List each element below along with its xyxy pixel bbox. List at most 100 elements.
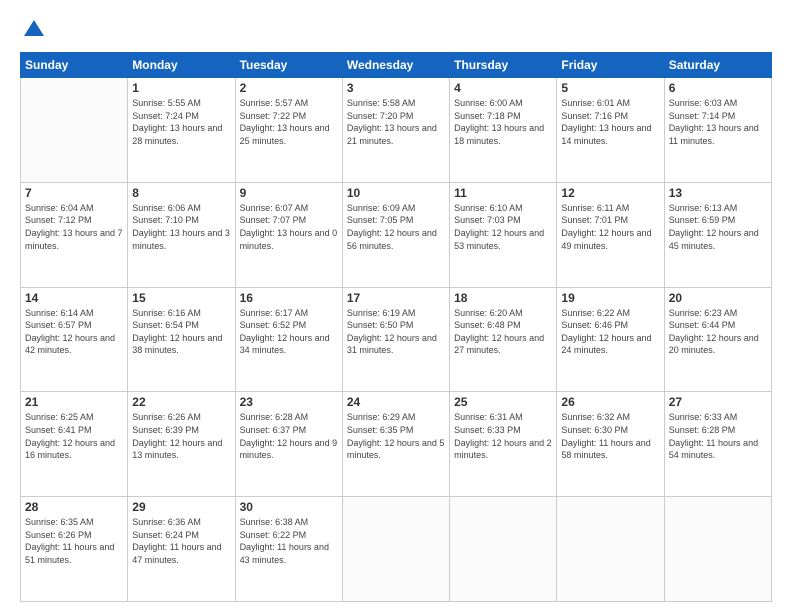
col-sunday: Sunday: [21, 53, 128, 78]
day-number: 24: [347, 395, 445, 409]
table-row: 14Sunrise: 6:14 AMSunset: 6:57 PMDayligh…: [21, 287, 128, 392]
day-info: Sunrise: 6:33 AMSunset: 6:28 PMDaylight:…: [669, 411, 767, 461]
day-info: Sunrise: 6:01 AMSunset: 7:16 PMDaylight:…: [561, 97, 659, 147]
table-row: 17 Sunrise: 6:19 AMSunset: 6:50 PMDayligh…: [342, 287, 449, 392]
header: [20, 16, 772, 44]
day-info: Sunrise: 6:14 AMSunset: 6:57 PMDaylight:…: [25, 307, 123, 357]
table-row: 3 Sunrise: 5:58 AMSunset: 7:20 PMDaylight…: [342, 78, 449, 183]
day-number: 8: [132, 186, 230, 200]
day-info: Sunrise: 5:55 AMSunset: 7:24 PMDaylight:…: [132, 97, 230, 147]
table-row: 24 Sunrise: 6:29 AMSunset: 6:35 PMDayligh…: [342, 392, 449, 497]
table-row: 4 Sunrise: 6:00 AMSunset: 7:18 PMDaylight…: [450, 78, 557, 183]
col-saturday: Saturday: [664, 53, 771, 78]
day-number: 6: [669, 81, 767, 95]
day-info: Sunrise: 6:32 AMSunset: 6:30 PMDaylight:…: [561, 411, 659, 461]
day-info: Sunrise: 6:04 AMSunset: 7:12 PMDaylight:…: [25, 202, 123, 252]
table-row: [557, 497, 664, 602]
day-info: Sunrise: 6:17 AMSunset: 6:52 PMDaylight:…: [240, 307, 338, 357]
table-row: 30 Sunrise: 6:38 AMSunset: 6:22 PMDayligh…: [235, 497, 342, 602]
logo-icon: [20, 16, 48, 44]
calendar-table: Sunday Monday Tuesday Wednesday Thursday…: [20, 52, 772, 602]
table-row: 15 Sunrise: 6:16 AMSunset: 6:54 PMDayligh…: [128, 287, 235, 392]
day-info: Sunrise: 6:19 AMSunset: 6:50 PMDaylight:…: [347, 307, 445, 357]
col-thursday: Thursday: [450, 53, 557, 78]
day-info: Sunrise: 5:57 AMSunset: 7:22 PMDaylight:…: [240, 97, 338, 147]
day-info: Sunrise: 6:26 AMSunset: 6:39 PMDaylight:…: [132, 411, 230, 461]
day-number: 11: [454, 186, 552, 200]
day-info: Sunrise: 6:36 AMSunset: 6:24 PMDaylight:…: [132, 516, 230, 566]
day-number: 22: [132, 395, 230, 409]
day-number: 12: [561, 186, 659, 200]
day-info: Sunrise: 6:13 AMSunset: 6:59 PMDaylight:…: [669, 202, 767, 252]
day-number: 30: [240, 500, 338, 514]
calendar-week-row: 14Sunrise: 6:14 AMSunset: 6:57 PMDayligh…: [21, 287, 772, 392]
day-number: 17: [347, 291, 445, 305]
day-info: Sunrise: 6:25 AMSunset: 6:41 PMDaylight:…: [25, 411, 123, 461]
table-row: 21 Sunrise: 6:25 AMSunset: 6:41 PMDayligh…: [21, 392, 128, 497]
table-row: 2 Sunrise: 5:57 AMSunset: 7:22 PMDaylight…: [235, 78, 342, 183]
day-number: 15: [132, 291, 230, 305]
day-info: Sunrise: 6:29 AMSunset: 6:35 PMDaylight:…: [347, 411, 445, 461]
day-info: Sunrise: 6:00 AMSunset: 7:18 PMDaylight:…: [454, 97, 552, 147]
calendar-week-row: 28Sunrise: 6:35 AMSunset: 6:26 PMDayligh…: [21, 497, 772, 602]
calendar-week-row: 7Sunrise: 6:04 AMSunset: 7:12 PMDaylight…: [21, 182, 772, 287]
col-tuesday: Tuesday: [235, 53, 342, 78]
col-friday: Friday: [557, 53, 664, 78]
day-info: Sunrise: 6:22 AMSunset: 6:46 PMDaylight:…: [561, 307, 659, 357]
day-info: Sunrise: 5:58 AMSunset: 7:20 PMDaylight:…: [347, 97, 445, 147]
day-number: 5: [561, 81, 659, 95]
table-row: 10 Sunrise: 6:09 AMSunset: 7:05 PMDayligh…: [342, 182, 449, 287]
day-info: Sunrise: 6:28 AMSunset: 6:37 PMDaylight:…: [240, 411, 338, 461]
day-number: 1: [132, 81, 230, 95]
day-info: Sunrise: 6:16 AMSunset: 6:54 PMDaylight:…: [132, 307, 230, 357]
day-number: 29: [132, 500, 230, 514]
day-info: Sunrise: 6:06 AMSunset: 7:10 PMDaylight:…: [132, 202, 230, 252]
day-number: 25: [454, 395, 552, 409]
day-number: 4: [454, 81, 552, 95]
table-row: 18 Sunrise: 6:20 AMSunset: 6:48 PMDayligh…: [450, 287, 557, 392]
table-row: 26 Sunrise: 6:32 AMSunset: 6:30 PMDayligh…: [557, 392, 664, 497]
table-row: 11 Sunrise: 6:10 AMSunset: 7:03 PMDayligh…: [450, 182, 557, 287]
col-wednesday: Wednesday: [342, 53, 449, 78]
table-row: 27 Sunrise: 6:33 AMSunset: 6:28 PMDayligh…: [664, 392, 771, 497]
calendar-week-row: 21 Sunrise: 6:25 AMSunset: 6:41 PMDayligh…: [21, 392, 772, 497]
table-row: 19 Sunrise: 6:22 AMSunset: 6:46 PMDayligh…: [557, 287, 664, 392]
day-number: 19: [561, 291, 659, 305]
day-info: Sunrise: 6:10 AMSunset: 7:03 PMDaylight:…: [454, 202, 552, 252]
table-row: 7Sunrise: 6:04 AMSunset: 7:12 PMDaylight…: [21, 182, 128, 287]
day-info: Sunrise: 6:35 AMSunset: 6:26 PMDaylight:…: [25, 516, 123, 566]
table-row: 23 Sunrise: 6:28 AMSunset: 6:37 PMDayligh…: [235, 392, 342, 497]
day-number: 23: [240, 395, 338, 409]
page: Sunday Monday Tuesday Wednesday Thursday…: [0, 0, 792, 612]
day-number: 18: [454, 291, 552, 305]
table-row: 1 Sunrise: 5:55 AMSunset: 7:24 PMDaylight…: [128, 78, 235, 183]
table-row: 13Sunrise: 6:13 AMSunset: 6:59 PMDayligh…: [664, 182, 771, 287]
day-number: 27: [669, 395, 767, 409]
day-number: 3: [347, 81, 445, 95]
day-number: 9: [240, 186, 338, 200]
table-row: [342, 497, 449, 602]
day-number: 26: [561, 395, 659, 409]
day-info: Sunrise: 6:03 AMSunset: 7:14 PMDaylight:…: [669, 97, 767, 147]
table-row: 8 Sunrise: 6:06 AMSunset: 7:10 PMDaylight…: [128, 182, 235, 287]
day-info: Sunrise: 6:07 AMSunset: 7:07 PMDaylight:…: [240, 202, 338, 252]
day-info: Sunrise: 6:11 AMSunset: 7:01 PMDaylight:…: [561, 202, 659, 252]
day-number: 20: [669, 291, 767, 305]
day-number: 10: [347, 186, 445, 200]
day-info: Sunrise: 6:09 AMSunset: 7:05 PMDaylight:…: [347, 202, 445, 252]
table-row: 29 Sunrise: 6:36 AMSunset: 6:24 PMDayligh…: [128, 497, 235, 602]
table-row: 6 Sunrise: 6:03 AMSunset: 7:14 PMDaylight…: [664, 78, 771, 183]
day-number: 2: [240, 81, 338, 95]
table-row: 5 Sunrise: 6:01 AMSunset: 7:16 PMDaylight…: [557, 78, 664, 183]
table-row: 12 Sunrise: 6:11 AMSunset: 7:01 PMDayligh…: [557, 182, 664, 287]
day-number: 16: [240, 291, 338, 305]
day-info: Sunrise: 6:20 AMSunset: 6:48 PMDaylight:…: [454, 307, 552, 357]
table-row: 9 Sunrise: 6:07 AMSunset: 7:07 PMDaylight…: [235, 182, 342, 287]
table-row: 25Sunrise: 6:31 AMSunset: 6:33 PMDayligh…: [450, 392, 557, 497]
day-info: Sunrise: 6:23 AMSunset: 6:44 PMDaylight:…: [669, 307, 767, 357]
table-row: 22 Sunrise: 6:26 AMSunset: 6:39 PMDayligh…: [128, 392, 235, 497]
logo: [20, 16, 52, 44]
day-number: 21: [25, 395, 123, 409]
table-row: [450, 497, 557, 602]
day-info: Sunrise: 6:38 AMSunset: 6:22 PMDaylight:…: [240, 516, 338, 566]
